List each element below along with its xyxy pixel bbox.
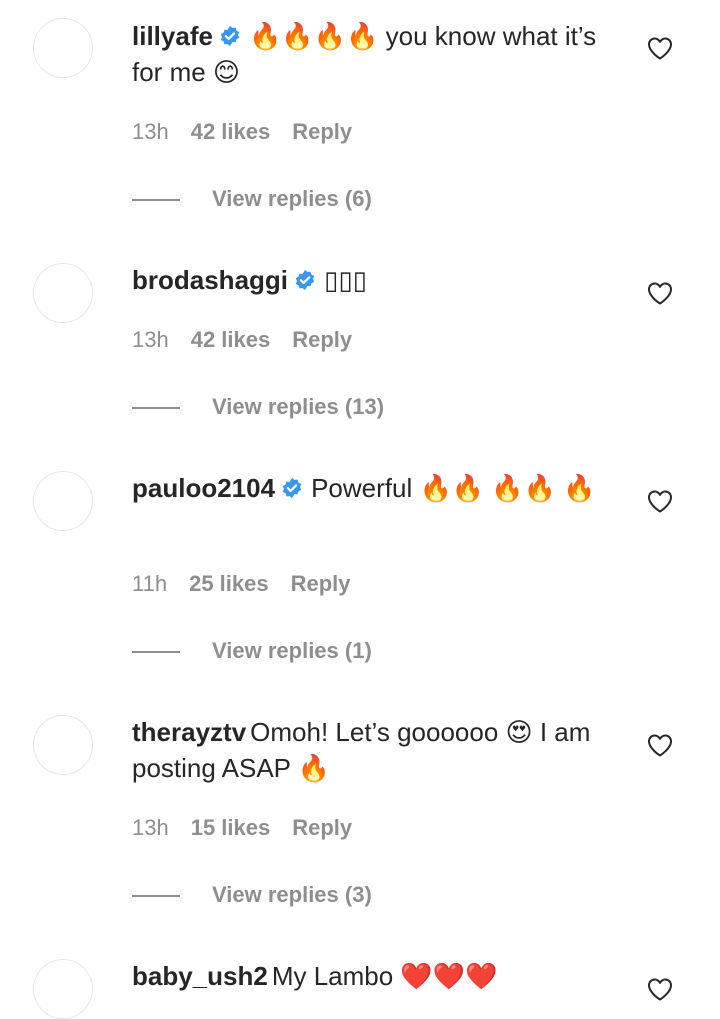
avatar[interactable] — [33, 715, 93, 775]
comment-text: brodashaggi ▯▯▯ — [132, 262, 602, 298]
verified-badge-icon — [282, 478, 302, 499]
divider-line — [132, 199, 180, 201]
heart-outline-icon[interactable] — [647, 977, 673, 1001]
heart-outline-icon[interactable] — [647, 733, 673, 757]
comment-text: therayztv Omoh! Let’s goooooo 😍 I am post… — [132, 714, 602, 786]
timestamp: 13h — [132, 327, 169, 352]
like-count[interactable]: 15 likes — [191, 815, 271, 840]
reply-button[interactable]: Reply — [291, 571, 351, 596]
heart-outline-icon[interactable] — [647, 281, 673, 305]
like-count[interactable]: 42 likes — [191, 119, 271, 144]
view-replies-label[interactable]: View replies (13) — [212, 392, 384, 422]
comment-body: My Lambo ❤️❤️❤️ — [271, 961, 498, 991]
verified-badge-icon — [220, 26, 240, 47]
avatar[interactable] — [33, 471, 93, 531]
view-replies-label[interactable]: View replies (1) — [212, 636, 372, 666]
heart-outline-icon[interactable] — [647, 489, 673, 513]
view-replies-label[interactable]: View replies (6) — [212, 184, 372, 214]
reply-button[interactable]: Reply — [292, 327, 352, 352]
divider-line — [132, 651, 180, 653]
reply-button[interactable]: Reply — [292, 119, 352, 144]
username[interactable]: brodashaggi — [132, 265, 288, 295]
comment-meta: 13h 15 likes Reply — [132, 813, 352, 843]
timestamp: 11h — [132, 571, 168, 596]
comment-meta: 13h 42 likes Reply — [132, 117, 352, 147]
avatar[interactable] — [33, 263, 93, 323]
like-count[interactable]: 42 likes — [191, 327, 271, 352]
comment-body: Powerful 🔥🔥 🔥🔥 🔥 — [311, 473, 596, 503]
comment-meta: 13h 42 likes Reply — [132, 325, 352, 355]
heart-outline-icon[interactable] — [647, 36, 673, 60]
view-replies-label[interactable]: View replies (3) — [212, 880, 372, 910]
reply-button[interactable]: Reply — [292, 815, 352, 840]
like-count[interactable]: 25 likes — [189, 571, 269, 596]
username[interactable]: pauloo2104 — [132, 473, 275, 503]
avatar[interactable] — [33, 18, 93, 78]
comment-body: ▯▯▯ — [324, 265, 367, 295]
avatar[interactable] — [33, 959, 93, 1019]
timestamp: 13h — [132, 815, 169, 840]
timestamp: 13h — [132, 119, 169, 144]
username[interactable]: baby_ush2 — [132, 961, 268, 991]
divider-line — [132, 407, 180, 409]
username[interactable]: therayztv — [132, 717, 246, 747]
comment-meta: 11h 25 likes Reply — [132, 569, 351, 599]
verified-badge-icon — [295, 270, 315, 291]
comment-text: lillyafe 🔥🔥🔥🔥 you know what it’s for me 😊 — [132, 18, 602, 90]
comment-text: baby_ush2 My Lambo ❤️❤️❤️ — [132, 958, 602, 994]
username[interactable]: lillyafe — [132, 21, 213, 51]
comment-text: pauloo2104 Powerful 🔥🔥 🔥🔥 🔥 — [132, 470, 602, 506]
divider-line — [132, 895, 180, 897]
